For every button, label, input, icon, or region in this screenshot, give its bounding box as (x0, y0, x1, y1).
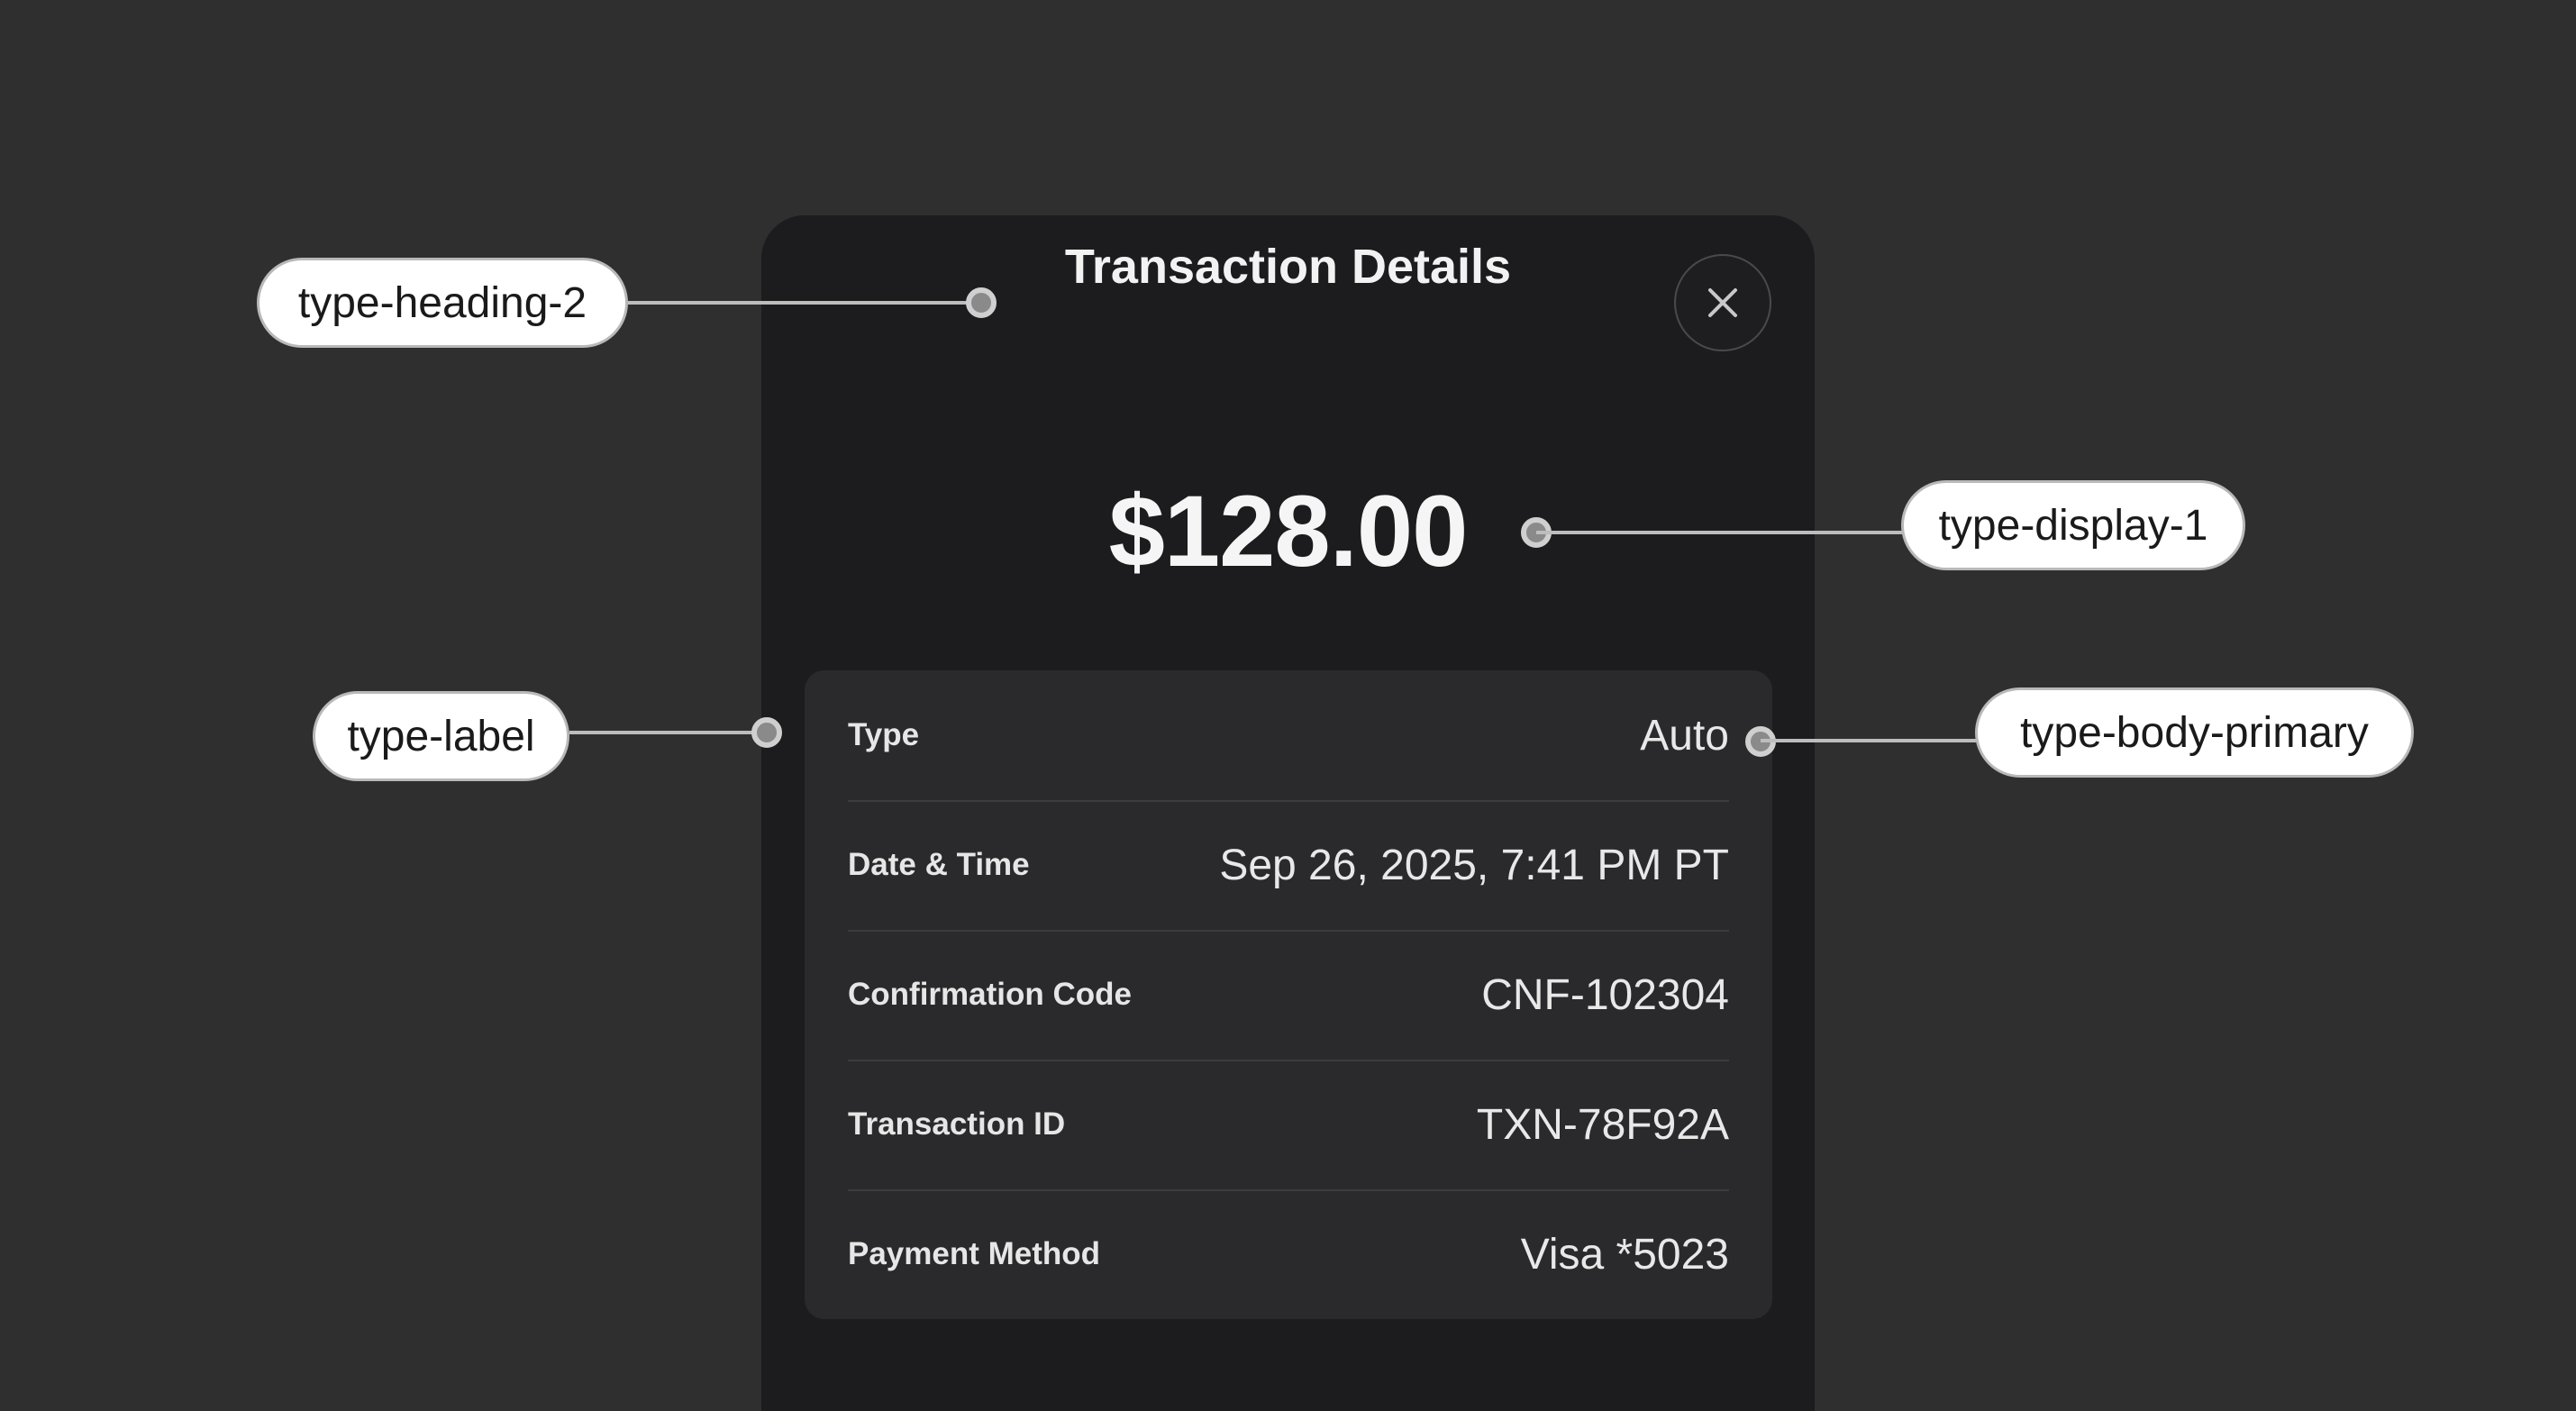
annotation-heading-leader (628, 301, 981, 305)
annotation-body-leader (1761, 739, 1977, 742)
detail-value: TXN-78F92A (1476, 1100, 1729, 1149)
detail-label: Transaction ID (848, 1106, 1066, 1142)
detail-value: Sep 26, 2025, 7:41 PM PT (1219, 841, 1729, 889)
close-button[interactable] (1674, 254, 1771, 351)
modal-title: Transaction Details (1064, 240, 1512, 294)
detail-value: Auto (1640, 711, 1729, 760)
detail-value: CNF-102304 (1481, 970, 1729, 1019)
annotation-label-leader (569, 731, 767, 734)
detail-label: Type (848, 717, 920, 752)
details-card: Type Auto Date & Time Sep 26, 2025, 7:41… (805, 670, 1772, 1319)
detail-label: Payment Method (848, 1236, 1101, 1271)
close-icon (1708, 288, 1737, 317)
annotation-display-leader (1536, 531, 1903, 534)
canvas: Transaction Details $128.00 Type Auto Da… (0, 0, 2576, 1411)
annotation-heading-dot (966, 287, 997, 318)
detail-row-type: Type Auto (848, 670, 1729, 802)
detail-row-date-time: Date & Time Sep 26, 2025, 7:41 PM PT (848, 800, 1729, 932)
annotation-label-pill: type-label (313, 691, 569, 781)
detail-label: Confirmation Code (848, 977, 1132, 1012)
annotation-body-pill: type-body-primary (1975, 687, 2414, 778)
annotation-label-dot (751, 717, 782, 748)
detail-row-transaction-id: Transaction ID TXN-78F92A (848, 1060, 1729, 1191)
annotation-display-pill: type-display-1 (1901, 480, 2245, 570)
annotation-heading-pill: type-heading-2 (257, 258, 628, 348)
detail-row-confirmation-code: Confirmation Code CNF-102304 (848, 930, 1729, 1061)
detail-value: Visa *5023 (1520, 1230, 1729, 1279)
detail-row-payment-method: Payment Method Visa *5023 (848, 1189, 1729, 1319)
detail-label: Date & Time (848, 847, 1030, 882)
modal-header: Transaction Details (761, 0, 1815, 541)
